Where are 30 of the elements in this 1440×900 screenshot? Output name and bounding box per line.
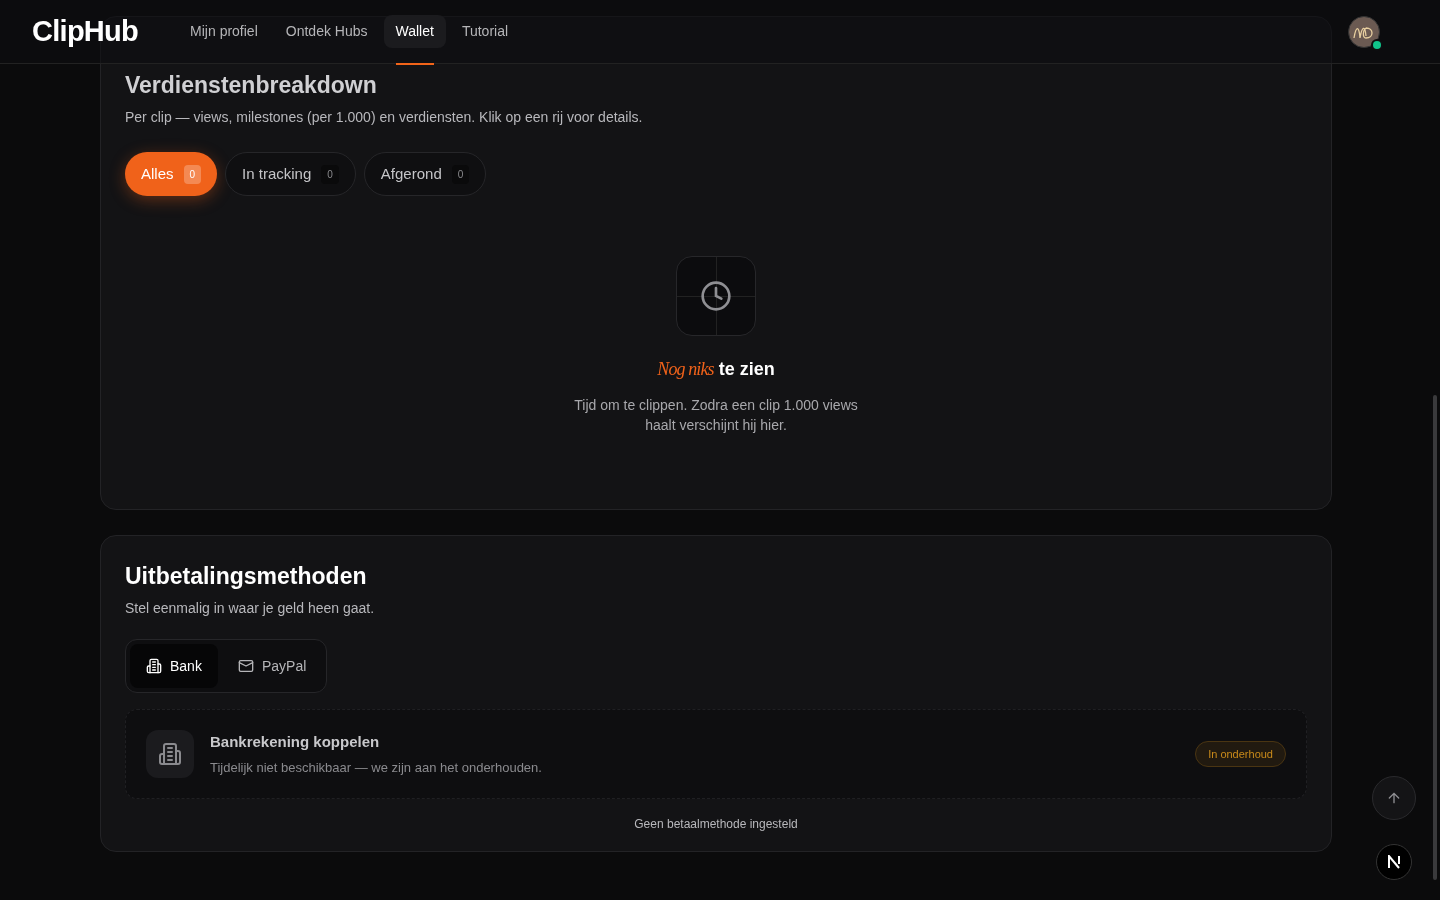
building-icon bbox=[158, 742, 182, 766]
footer-note: Geen betaalmethode ingesteld bbox=[633, 816, 799, 833]
status-badge: In onderhoud bbox=[1195, 740, 1286, 768]
section-subtitle: Per clip — views, milestones (per 1.000) en verdiensten. Klik op een rij voor details. bbox=[125, 108, 644, 127]
filter-pill[interactable]: Afgerond 0 bbox=[363, 152, 487, 196]
nav-tab[interactable]: Tutorial bbox=[449, 15, 521, 48]
count-badge: 0 bbox=[183, 164, 202, 184]
building-icon bbox=[146, 658, 162, 674]
logo[interactable]: ClipHub bbox=[32, 9, 139, 54]
nav-tab[interactable]: Ontdek Hubs bbox=[273, 15, 380, 48]
count-badge: 0 bbox=[321, 164, 339, 184]
clock-icon bbox=[700, 280, 732, 312]
avatar[interactable] bbox=[1348, 15, 1380, 48]
method-text: Tijdelijk niet beschikbaar — we zijn aan het onderhouden. bbox=[210, 758, 542, 777]
filter-pill[interactable]: In tracking 0 bbox=[225, 152, 356, 196]
dev-tools-button[interactable] bbox=[1376, 844, 1412, 880]
empty-state-title: Nog niks te zien bbox=[657, 358, 775, 381]
method-title: Bankrekening koppelen bbox=[210, 732, 381, 752]
method-tab[interactable]: PayPal bbox=[221, 644, 323, 688]
section-subtitle: Stel eenmalig in waar je geld heen gaat. bbox=[125, 599, 376, 618]
n-logo-icon bbox=[1387, 855, 1401, 869]
empty-state-text: Tijd om te clippen. Zodra een clip 1.000 views haalt verschijnt hij hier. bbox=[573, 396, 859, 435]
arrow-up-icon bbox=[1386, 790, 1402, 806]
section-title: Verdienstenbreakdown bbox=[125, 71, 377, 99]
section-title: Uitbetalingsmethoden bbox=[125, 562, 368, 590]
count-badge: 0 bbox=[451, 164, 470, 184]
mail-icon bbox=[237, 658, 254, 674]
active-tab-underline bbox=[395, 63, 434, 65]
nav-tab[interactable]: Mijn profiel bbox=[178, 15, 270, 48]
method-tab[interactable]: Bank bbox=[130, 644, 218, 688]
